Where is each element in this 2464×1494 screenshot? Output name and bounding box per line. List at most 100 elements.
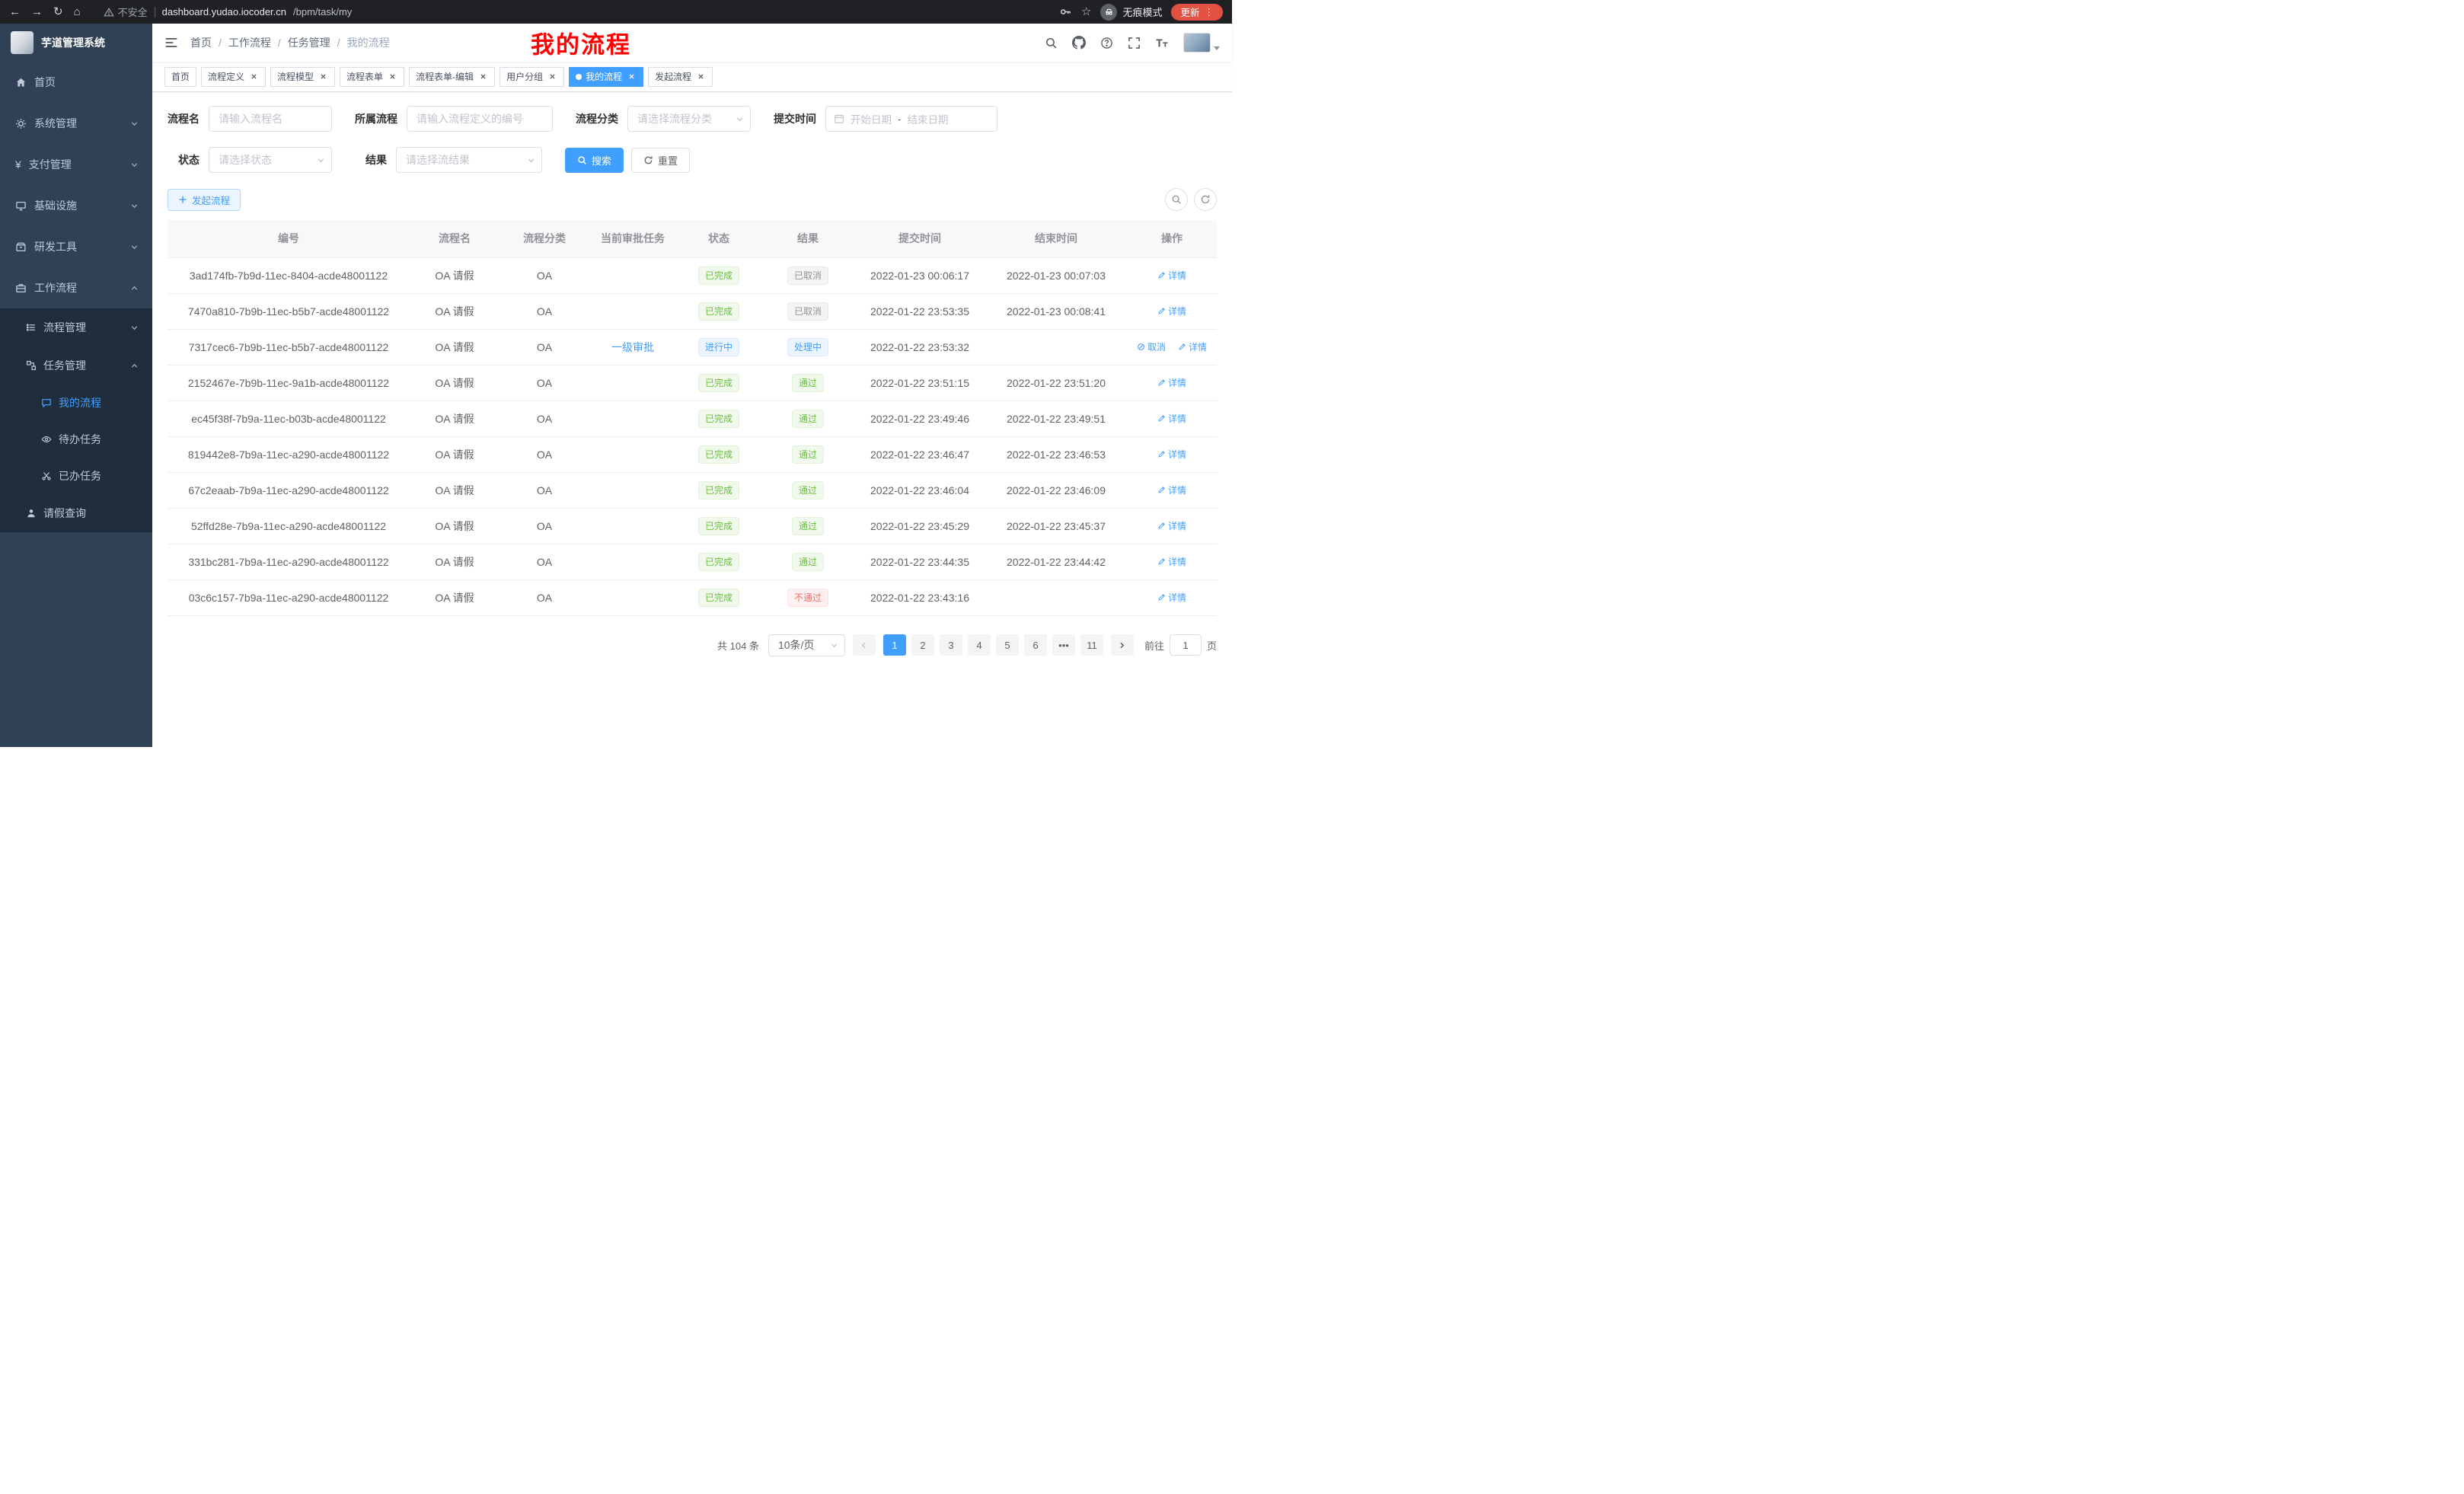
breadcrumb-item[interactable]: 首页: [190, 35, 212, 50]
view-tab[interactable]: 流程模型: [270, 67, 335, 87]
detail-action[interactable]: 详情: [1157, 484, 1186, 496]
sidebar-item-devtools[interactable]: 研发工具: [0, 226, 152, 267]
browser-menu-icon[interactable]: ⋮: [1205, 6, 1214, 18]
detail-action[interactable]: 详情: [1178, 340, 1207, 353]
breadcrumb-item[interactable]: 我的流程: [347, 35, 390, 50]
cell-status: 已完成: [676, 579, 761, 615]
detail-action[interactable]: 详情: [1157, 555, 1186, 568]
result-select[interactable]: 请选择流结果: [396, 147, 542, 173]
view-tab[interactable]: 发起流程: [648, 67, 713, 87]
status-select[interactable]: 请选择状态: [209, 147, 332, 173]
view-tab[interactable]: 我的流程: [569, 67, 643, 87]
bookmark-star-icon[interactable]: ☆: [1081, 6, 1091, 18]
tab-close-icon[interactable]: [477, 72, 488, 82]
detail-action[interactable]: 详情: [1157, 269, 1186, 282]
refresh-table-button[interactable]: [1194, 188, 1217, 211]
detail-action[interactable]: 详情: [1157, 591, 1186, 604]
result-tag: 处理中: [787, 338, 828, 356]
current-task-link[interactable]: 一级审批: [611, 341, 654, 353]
page-number-button[interactable]: •••: [1052, 634, 1075, 656]
fullscreen-icon[interactable]: [1128, 37, 1141, 49]
sidebar-item-task-management[interactable]: 任务管理: [0, 346, 152, 385]
tab-close-icon[interactable]: [547, 72, 557, 82]
sidebar-item-infrastructure[interactable]: 基础设施: [0, 185, 152, 226]
sidebar-item-home[interactable]: 首页: [0, 62, 152, 103]
page-number-button[interactable]: 5: [996, 634, 1019, 656]
cell-actions: 详情: [1127, 579, 1217, 615]
breadcrumb-item[interactable]: 任务管理: [288, 35, 330, 50]
cell-process-category: OA: [500, 329, 589, 365]
category-select[interactable]: 请选择流程分类: [627, 106, 751, 132]
sidebar-item-workflow[interactable]: 工作流程: [0, 267, 152, 308]
process-name-input[interactable]: [209, 106, 332, 132]
view-tab[interactable]: 流程表单: [340, 67, 404, 87]
reset-button[interactable]: 重置: [631, 148, 690, 173]
key-icon[interactable]: [1059, 5, 1072, 18]
address-bar[interactable]: 不安全 dashboard.yudao.iocoder.cn/bpm/task/…: [91, 5, 1048, 19]
breadcrumb-item[interactable]: 工作流程: [228, 35, 271, 50]
gear-icon: [15, 118, 27, 129]
page-number-button[interactable]: 6: [1024, 634, 1047, 656]
scissors-icon: [41, 471, 52, 481]
detail-action[interactable]: 详情: [1157, 412, 1186, 425]
goto-page-input[interactable]: [1170, 634, 1202, 656]
tab-close-icon[interactable]: [387, 72, 397, 82]
refresh-icon: [1200, 194, 1211, 205]
page-number-button[interactable]: 1: [883, 634, 906, 656]
view-tab[interactable]: 流程表单-编辑: [409, 67, 495, 87]
start-process-button[interactable]: 发起流程: [168, 189, 241, 211]
pagination: 共 104 条 10条/页 1 2 3 4: [168, 634, 1217, 656]
sidebar-item-system[interactable]: 系统管理: [0, 103, 152, 144]
cell-process-category: OA: [500, 544, 589, 579]
toggle-search-button[interactable]: [1165, 188, 1188, 211]
detail-action[interactable]: 详情: [1157, 519, 1186, 532]
cancel-action[interactable]: 取消: [1137, 340, 1166, 353]
app-title: 芋道管理系统: [41, 35, 105, 50]
view-tab[interactable]: 首页: [164, 67, 196, 87]
sidebar-item-process-management[interactable]: 流程管理: [0, 308, 152, 346]
page-number-button[interactable]: 4: [968, 634, 991, 656]
search-icon[interactable]: [1045, 37, 1058, 49]
browser-reload-button[interactable]: ↻: [53, 6, 63, 18]
incognito-badge: 无痕模式: [1100, 4, 1162, 21]
page-number-button[interactable]: 3: [940, 634, 962, 656]
detail-action[interactable]: 详情: [1157, 376, 1186, 389]
page-number-button[interactable]: 2: [911, 634, 934, 656]
browser-back-button[interactable]: ←: [9, 6, 21, 18]
process-definition-input[interactable]: [407, 106, 553, 132]
update-button[interactable]: 更新 ⋮: [1171, 4, 1223, 21]
breadcrumb-separator: [212, 37, 228, 49]
security-status[interactable]: 不安全: [104, 5, 148, 19]
search-button[interactable]: 搜索: [565, 148, 624, 173]
tab-close-icon[interactable]: [626, 72, 637, 82]
browser-home-button[interactable]: ⌂: [74, 6, 81, 18]
detail-action[interactable]: 详情: [1157, 305, 1186, 318]
sidebar-toggle-icon[interactable]: [164, 36, 178, 49]
view-tab[interactable]: 用户分组: [500, 67, 564, 87]
prev-page-button[interactable]: [853, 634, 876, 656]
sidebar-item-todo-tasks[interactable]: 待办任务: [0, 421, 152, 458]
sidebar-item-leave-query[interactable]: 请假查询: [0, 494, 152, 532]
page-number-button[interactable]: 11: [1080, 634, 1103, 656]
sidebar-item-done-tasks[interactable]: 已办任务: [0, 458, 152, 494]
cell-process-category: OA: [500, 365, 589, 401]
tab-close-icon[interactable]: [695, 72, 706, 82]
next-page-button[interactable]: [1111, 634, 1134, 656]
app-logo[interactable]: 芋道管理系统: [0, 24, 152, 62]
filter-result-label: 结果: [365, 152, 396, 168]
browser-forward-button[interactable]: →: [31, 6, 43, 18]
chevron-down-icon: [830, 641, 838, 650]
font-size-icon[interactable]: [1155, 37, 1169, 49]
user-avatar[interactable]: [1183, 33, 1220, 53]
tab-close-icon[interactable]: [248, 72, 259, 82]
sidebar-item-my-process[interactable]: 我的流程: [0, 385, 152, 421]
page-size-select[interactable]: 10条/页: [768, 634, 845, 656]
submit-time-range-picker[interactable]: 开始日期 - 结束日期: [825, 106, 997, 132]
github-icon[interactable]: [1072, 36, 1086, 49]
help-icon[interactable]: [1100, 37, 1113, 49]
sidebar-item-payment[interactable]: ¥ 支付管理: [0, 144, 152, 185]
goto-suffix-label: 页: [1207, 638, 1217, 653]
view-tab[interactable]: 流程定义: [201, 67, 266, 87]
tab-close-icon[interactable]: [318, 72, 328, 82]
detail-action[interactable]: 详情: [1157, 448, 1186, 461]
